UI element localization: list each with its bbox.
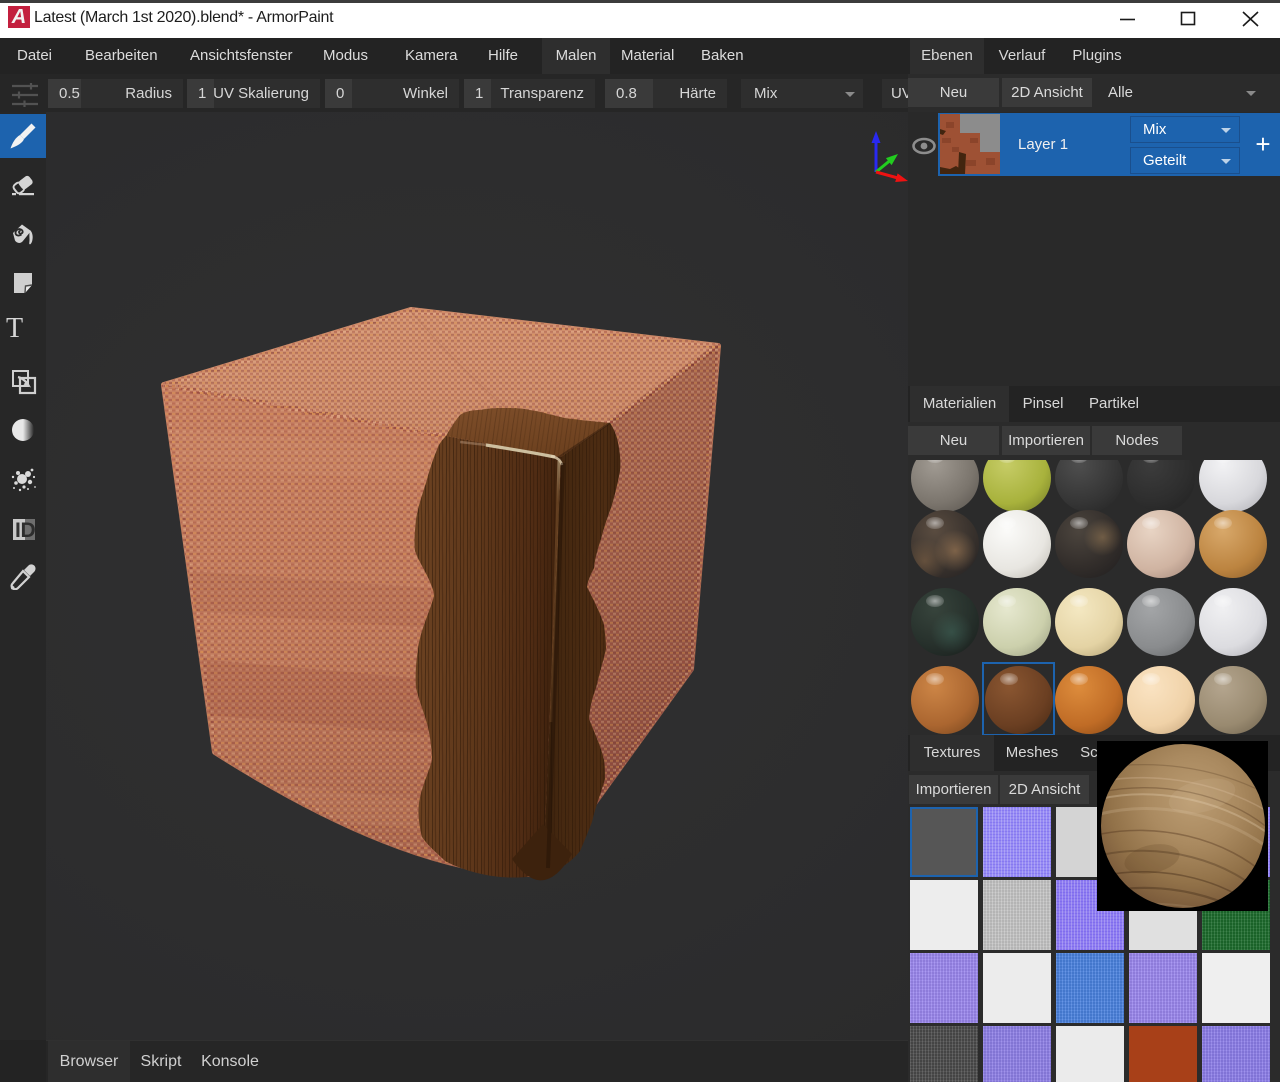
svg-text:D: D bbox=[21, 519, 36, 542]
